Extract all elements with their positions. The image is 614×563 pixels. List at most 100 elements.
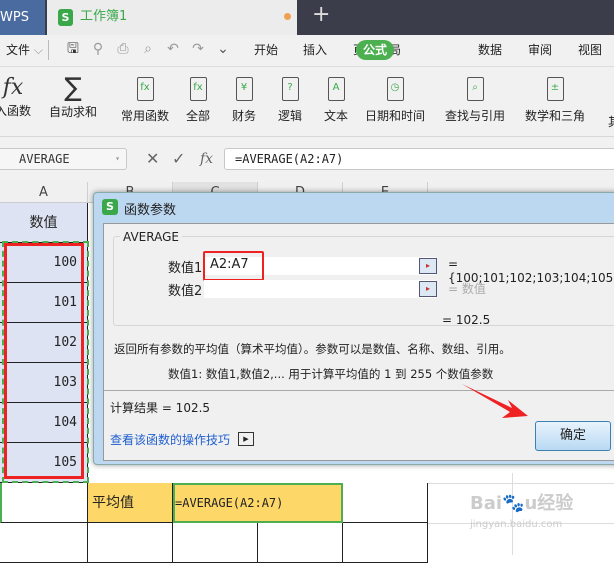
chevron-down-icon: ⌵	[33, 43, 43, 57]
menu-data[interactable]: 数据	[478, 35, 502, 65]
cell-e9[interactable]	[343, 523, 428, 563]
confirm-icon[interactable]: ✓	[172, 148, 185, 170]
redo-icon[interactable]: ↷	[189, 40, 207, 58]
function-name: AVERAGE	[120, 230, 182, 244]
text-book-icon: A	[327, 77, 345, 101]
wps-tab[interactable]: WPS	[0, 0, 45, 35]
cell-a9[interactable]	[0, 523, 88, 563]
logical-button[interactable]: ? 逻辑	[272, 67, 308, 124]
plus-minus-book-icon: ±	[546, 77, 564, 101]
label: 常用函数	[120, 109, 169, 123]
cell-b8[interactable]: 平均值	[88, 483, 173, 523]
fx-icon[interactable]: fx	[200, 148, 213, 170]
cell-d9[interactable]	[258, 523, 343, 563]
cell-e8[interactable]	[343, 483, 428, 523]
formula-input[interactable]: =AVERAGE(A2:A7)	[224, 148, 614, 170]
help-link[interactable]: 查看该函数的操作技巧	[110, 431, 230, 448]
cell-c8-active[interactable]: =AVERAGE(A2:A7)	[173, 483, 343, 523]
yen-book-icon: ¥	[235, 77, 253, 101]
workbook-name: 工作簿1	[80, 9, 128, 24]
function-arguments-dialog: S 函数参数 AVERAGE 数值1 A2:A7 ▸ = {100;101;10…	[93, 192, 614, 465]
date-time-button[interactable]: ◷ 日期和时间	[362, 67, 428, 124]
range-marquee	[2, 241, 89, 483]
label: 查找与引用	[444, 109, 505, 123]
menu-formulas[interactable]: 公式	[356, 40, 394, 60]
print-preview-icon[interactable]: ⌕	[139, 40, 157, 58]
dialog-title: 函数参数	[124, 203, 177, 218]
sigma-icon: ∑	[64, 73, 82, 103]
formula-result: = 102.5	[442, 313, 491, 327]
wps-sheet-icon: S	[102, 199, 118, 215]
workbook-tab[interactable]: S 工作簿1	[47, 0, 297, 35]
label: 自动求和	[48, 105, 97, 119]
cancel-icon[interactable]: ✕	[146, 148, 159, 170]
menu-home[interactable]: 开始	[254, 35, 278, 65]
ok-button[interactable]: 确定	[535, 421, 611, 451]
cell-a8[interactable]	[0, 483, 88, 523]
divider	[48, 40, 49, 60]
menu-view[interactable]: 视图	[578, 35, 602, 65]
name-box[interactable]: AVERAGE ▾	[0, 148, 127, 170]
video-icon[interactable]: ▶	[238, 432, 254, 446]
label: 入函数	[0, 104, 31, 118]
spreadsheet-icon: S	[58, 9, 73, 26]
lookup-button[interactable]: ⌕ 查找与引用	[442, 67, 508, 124]
argument-help: 数值1: 数值1,数值2,... 用于计算平均值的 1 到 255 个数值参数	[168, 367, 494, 381]
insert-function-button[interactable]: fx 入函数	[0, 67, 34, 119]
other-functions-button[interactable]: 其	[604, 67, 614, 130]
clock-book-icon: ◷	[386, 77, 404, 101]
menu-bar: 文件 ⌵ 🖫 ⚲ ⎙ ⌕ ↶ ↷ ⌄ 开始 插入 页面布局 公式 数据 审阅 视…	[0, 35, 614, 67]
all-functions-button[interactable]: fx 全部	[180, 67, 216, 124]
label: 数学和三角	[524, 109, 585, 123]
undo-icon[interactable]: ↶	[164, 40, 182, 58]
label: 其	[607, 115, 614, 129]
gridline	[428, 483, 614, 484]
menu-insert[interactable]: 插入	[303, 35, 327, 65]
red-highlight-box	[203, 251, 264, 281]
label: 全部	[185, 109, 210, 123]
dropdown-icon[interactable]: ▾	[115, 149, 120, 169]
fx-icon: fx	[2, 75, 24, 100]
formula-bar: AVERAGE ▾ ✕ ✓ fx =AVERAGE(A2:A7)	[0, 137, 614, 182]
red-arrow-annotation	[462, 384, 528, 418]
fx-star-icon: fx	[136, 77, 154, 101]
tab-bar: WPS S 工作簿1 +	[0, 0, 614, 35]
autosum-button[interactable]: ∑ 自动求和	[44, 67, 102, 120]
range-picker-icon[interactable]: ▸	[419, 258, 437, 274]
more-icon[interactable]: ⌄	[214, 40, 232, 58]
format-painter-icon[interactable]: ⚲	[89, 40, 107, 58]
common-functions-button[interactable]: fx 常用函数	[112, 67, 178, 124]
file-menu[interactable]: 文件 ⌵	[6, 35, 43, 65]
ribbon: fx 入函数 ∑ 自动求和 fx 常用函数 fx 全部 ¥ 财务 ? 逻辑 A 文本 ◷ 日期和…	[0, 67, 614, 137]
arg2-result: = 数值	[448, 282, 486, 296]
label: 日期和时间	[364, 109, 425, 123]
math-trig-button[interactable]: ± 数学和三角	[522, 67, 588, 124]
question-book-icon: ?	[281, 77, 299, 101]
label: 财务	[231, 109, 256, 123]
range-picker-icon[interactable]: ▸	[419, 281, 437, 297]
arg2-label: 数值2	[168, 284, 203, 299]
function-description: 返回所有参数的平均值（算术平均值）。参数可以是数值、名称、数组、引用。	[114, 342, 511, 356]
file-label: 文件	[6, 43, 31, 57]
cell-c9[interactable]	[173, 523, 258, 563]
new-tab-button[interactable]: +	[312, 2, 330, 27]
search-book-icon: ⌕	[466, 77, 484, 101]
label: 逻辑	[277, 109, 302, 123]
unsaved-dot-icon	[284, 13, 291, 20]
cell-b9[interactable]	[88, 523, 173, 563]
label: 文本	[323, 109, 348, 123]
cell-a1[interactable]: 数值	[0, 203, 88, 243]
menu-review[interactable]: 审阅	[528, 35, 552, 65]
print-icon[interactable]: ⎙	[114, 40, 132, 58]
arg1-label: 数值1	[168, 261, 203, 276]
fx-book-icon: fx	[189, 77, 207, 101]
col-header-a[interactable]: A	[0, 182, 88, 203]
name-box-value: AVERAGE	[19, 152, 70, 166]
text-button[interactable]: A 文本	[318, 67, 354, 124]
arg2-input[interactable]	[204, 280, 436, 298]
financial-button[interactable]: ¥ 财务	[226, 67, 262, 124]
baidu-watermark: Bai🐾u经验 jingyan.baidu.com	[470, 493, 574, 531]
divider	[104, 390, 614, 391]
calc-result: 计算结果 = 102.5	[110, 401, 211, 415]
save-icon[interactable]: 🖫	[64, 40, 82, 58]
